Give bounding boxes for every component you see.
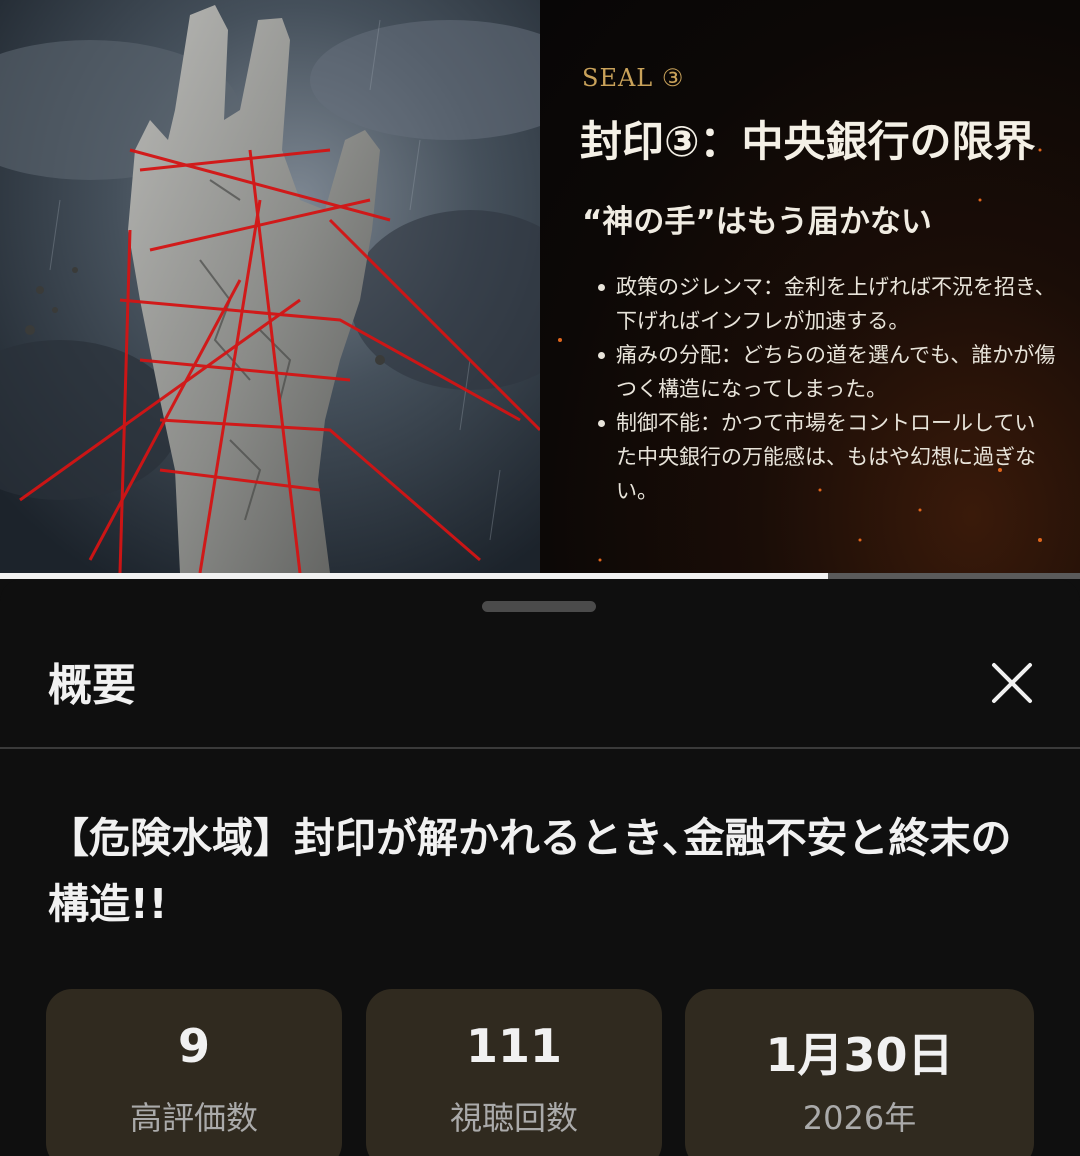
sheet-title: 概要 [48,660,136,711]
video-player[interactable]: SEAL ③ 封印③：中央銀行の限界 “神の手”はもう届かない 政策のジレンマ：… [0,0,1080,573]
slide-seal-tag: SEAL ③ [582,64,685,92]
slide-title: 封印③：中央銀行の限界 [580,117,1036,166]
slide-bullet: 制御不能：かつて市場をコントロールしていた中央銀行の万能感は、もはや幻想に過ぎな… [596,406,1056,508]
close-icon [992,663,1032,703]
date-stat-card: 1月30日 2026年 [685,989,1034,1156]
slide-bullet: 政策のジレンマ：金利を上げれば不況を招き、下げればインフレが加速する。 [596,270,1056,338]
likes-label: 高評価数 [129,1099,258,1137]
upload-date: 1月30日 [765,1028,954,1082]
likes-stat-card: 9 高評価数 [46,989,342,1156]
upload-year: 2026年 [802,1099,917,1137]
header-divider [0,747,1080,749]
likes-count: 9 [177,1019,210,1073]
views-label: 視聴回数 [449,1099,578,1137]
close-button[interactable] [978,649,1046,717]
slide-bullet: 痛みの分配：どちらの道を選んでも、誰かが傷つく構造になってしまった。 [596,338,1056,406]
video-title: 【危険水域】封印が解かれるとき､金融不安と終末の構造!! [48,814,1012,928]
views-count: 111 [465,1019,563,1073]
views-stat-card: 111 視聴回数 [366,989,662,1156]
description-sheet: 概要 【危険水域】封印が解かれるとき､金融不安と終末の構造!! 9 高評価数 1… [0,579,1080,1156]
thumbnail-artwork [0,0,540,573]
drag-handle[interactable] [482,601,596,612]
slide-bullet-list: 政策のジレンマ：金利を上げれば不況を招き、下げればインフレが加速する。 痛みの分… [596,270,1056,508]
slide-subtitle: “神の手”はもう届かない [582,204,932,240]
